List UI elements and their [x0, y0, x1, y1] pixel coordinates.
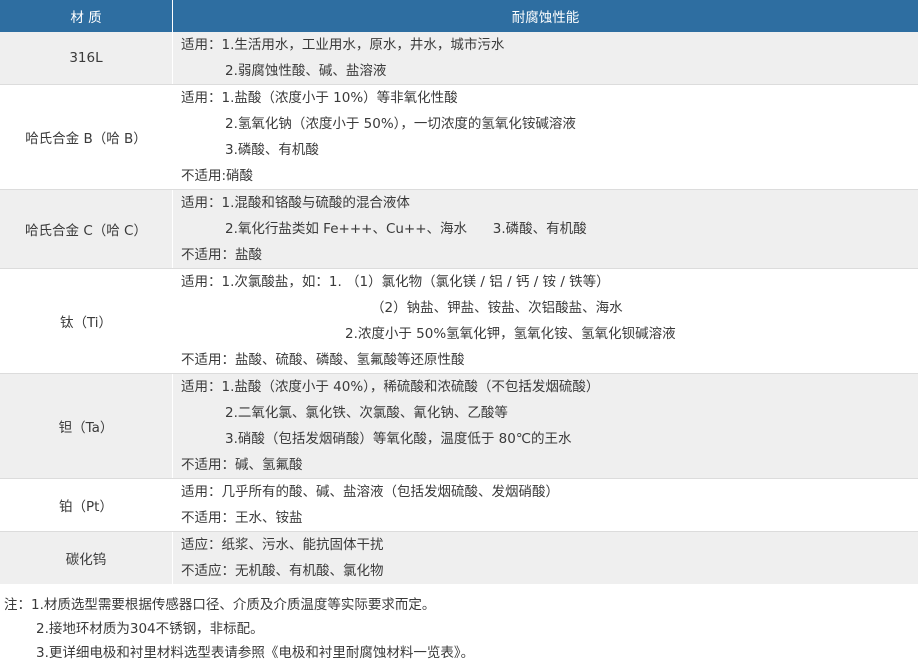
page: 材 质 耐腐蚀性能 316L 适用：1.生活用水，工业用水，原水，井水，城市污水…: [0, 0, 920, 665]
material-properties: 适应：纸浆、污水、能抗固体干扰 不适应：无机酸、有机酸、氯化物: [172, 531, 918, 584]
material-name: 钽（Ta）: [0, 373, 173, 479]
property-line: 2.氧化行盐类如 Fe+++、Cu++、海水 3.磷酸、有机酸: [225, 221, 587, 237]
note-line: 注：1.材质选型需要根据传感器口径、介质及介质温度等实际要求而定。: [4, 597, 436, 613]
property-line: 2.弱腐蚀性酸、碱、盐溶液: [225, 63, 387, 79]
header-material: 材 质: [0, 0, 173, 32]
header-corrosion-resistance: 耐腐蚀性能: [172, 0, 918, 32]
material-properties: 适用：1.生活用水，工业用水，原水，井水，城市污水 2.弱腐蚀性酸、碱、盐溶液: [172, 32, 918, 85]
material-name: 316L: [0, 32, 173, 85]
material-properties: 适用：1.盐酸（浓度小于 10%）等非氧化性酸 2.氢氧化钠（浓度小于 50%）…: [172, 84, 918, 190]
material-name: 铂（Pt）: [0, 478, 173, 532]
table-row-tantalum: 钽（Ta） 适用：1.盐酸（浓度小于 40%），稀硫酸和浓硫酸（不包括发烟硫酸）…: [0, 373, 918, 479]
property-line: （2）钠盐、钾盐、铵盐、次铝酸盐、海水: [371, 300, 623, 316]
material-name: 哈氏合金 C（哈 C）: [0, 189, 173, 269]
property-line: 2.氢氧化钠（浓度小于 50%），一切浓度的氢氧化铵碱溶液: [225, 116, 576, 132]
property-line: 适用：1.盐酸（浓度小于 10%）等非氧化性酸: [181, 90, 458, 106]
property-line: 3.硝酸（包括发烟硝酸）等氧化酸，温度低于 80℃的王水: [225, 431, 572, 447]
table-row-titanium: 钛（Ti） 适用：1.次氯酸盐，如：1. （1）氯化物（氯化镁 / 铝 / 钙 …: [0, 268, 918, 374]
property-line: 适用：1.次氯酸盐，如：1. （1）氯化物（氯化镁 / 铝 / 钙 / 铵 / …: [181, 274, 610, 290]
property-line: 不适用:硝酸: [181, 168, 254, 184]
note-line: 3.更详细电极和衬里材料选型表请参照《电极和衬里耐腐蚀材料一览表》。: [36, 645, 475, 661]
table-row-tungsten-carbide: 碳化钨 适应：纸浆、污水、能抗固体干扰 不适应：无机酸、有机酸、氯化物: [0, 531, 918, 584]
property-line: 适用：几乎所有的酸、碱、盐溶液（包括发烟硫酸、发烟硝酸）: [181, 484, 559, 500]
property-line: 2.浓度小于 50%氢氧化钾，氢氧化铵、氢氧化钡碱溶液: [345, 326, 676, 342]
material-name: 碳化钨: [0, 531, 173, 584]
material-name: 钛（Ti）: [0, 268, 173, 374]
property-line: 不适用：碱、氢氟酸: [181, 457, 303, 473]
material-name: 哈氏合金 B（哈 B）: [0, 84, 173, 190]
material-properties: 适用：1.盐酸（浓度小于 40%），稀硫酸和浓硫酸（不包括发烟硫酸） 2.二氧化…: [172, 373, 918, 479]
table-row-platinum: 铂（Pt） 适用：几乎所有的酸、碱、盐溶液（包括发烟硫酸、发烟硝酸） 不适用：王…: [0, 478, 918, 532]
table-row-hastelloy-c: 哈氏合金 C（哈 C） 适用：1.混酸和铬酸与硫酸的混合液体 2.氧化行盐类如 …: [0, 189, 918, 269]
property-line: 不适用：盐酸、硫酸、磷酸、氢氟酸等还原性酸: [181, 352, 465, 368]
property-line: 适用：1.生活用水，工业用水，原水，井水，城市污水: [181, 37, 505, 53]
table-row-hastelloy-b: 哈氏合金 B（哈 B） 适用：1.盐酸（浓度小于 10%）等非氧化性酸 2.氢氧…: [0, 84, 918, 190]
property-line: 不适用：王水、铵盐: [181, 510, 303, 526]
note-line: 2.接地环材质为304不锈钢，非标配。: [36, 621, 264, 637]
material-properties: 适用：几乎所有的酸、碱、盐溶液（包括发烟硫酸、发烟硝酸） 不适用：王水、铵盐: [172, 478, 918, 532]
table-row-316l: 316L 适用：1.生活用水，工业用水，原水，井水，城市污水 2.弱腐蚀性酸、碱…: [0, 32, 918, 85]
property-line: 3.磷酸、有机酸: [225, 142, 319, 158]
property-line: 2.二氧化氯、氯化铁、次氯酸、氰化钠、乙酸等: [225, 405, 508, 421]
property-line: 适应：纸浆、污水、能抗固体干扰: [181, 537, 384, 553]
material-properties: 适用：1.次氯酸盐，如：1. （1）氯化物（氯化镁 / 铝 / 钙 / 铵 / …: [172, 268, 918, 374]
material-properties: 适用：1.混酸和铬酸与硫酸的混合液体 2.氧化行盐类如 Fe+++、Cu++、海…: [172, 189, 918, 269]
property-line: 适用：1.盐酸（浓度小于 40%），稀硫酸和浓硫酸（不包括发烟硫酸）: [181, 379, 600, 395]
material-table: 材 质 耐腐蚀性能 316L 适用：1.生活用水，工业用水，原水，井水，城市污水…: [0, 0, 918, 584]
property-line: 不适用：盐酸: [181, 247, 262, 263]
property-line: 不适应：无机酸、有机酸、氯化物: [181, 563, 384, 579]
table-header-row: 材 质 耐腐蚀性能: [0, 0, 918, 32]
notes: 注：1.材质选型需要根据传感器口径、介质及介质温度等实际要求而定。 2.接地环材…: [0, 593, 918, 665]
property-line: 适用：1.混酸和铬酸与硫酸的混合液体: [181, 195, 410, 211]
